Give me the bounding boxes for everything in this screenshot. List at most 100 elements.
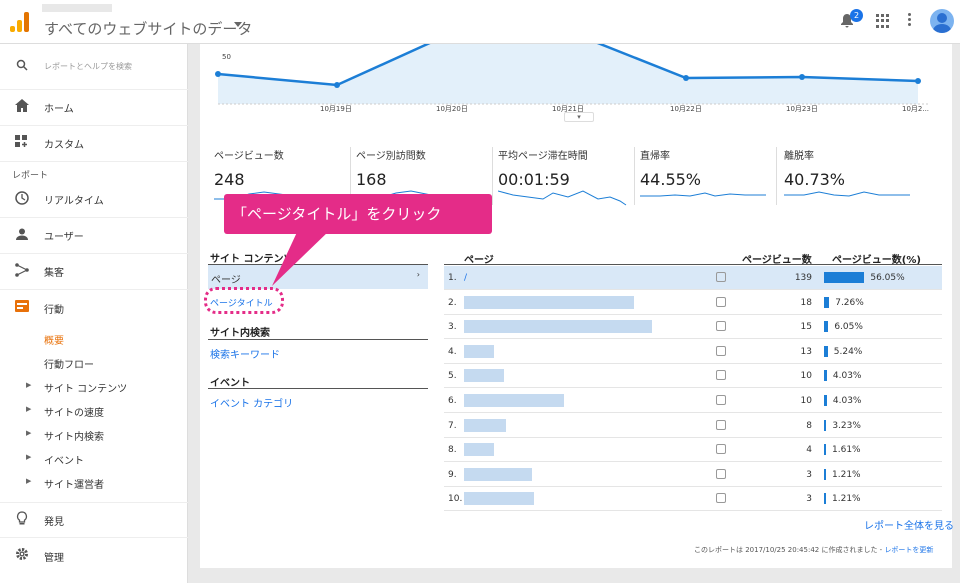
metric-bounce-rate[interactable]: 直帰率 44.55% [640, 147, 780, 209]
metric-avg-time[interactable]: 平均ページ滞在時間 00:01:59 [498, 147, 638, 209]
sidebar-item-events[interactable]: イベント [44, 452, 84, 467]
page-link-blurred[interactable] [464, 418, 506, 432]
open-in-new-icon[interactable] [716, 272, 726, 282]
account-breadcrumb-blurred [42, 4, 112, 12]
sidebar-item-label: 管理 [44, 552, 64, 564]
callout-pointer [272, 230, 330, 286]
x-tick-label: 10月22日 [670, 105, 702, 113]
table-row[interactable]: 1. / 139 56.05% [444, 266, 942, 290]
page-link-blurred[interactable] [464, 492, 534, 506]
more-vert-icon[interactable] [908, 13, 912, 27]
chart-point [915, 78, 921, 84]
table-row[interactable]: 4. 13 5.24% [444, 340, 942, 364]
report-footnote: このレポートは 2017/10/25 20:45:42 に作成されました - レ… [694, 545, 933, 555]
sidebar-item-discover[interactable]: 発見 [0, 502, 188, 538]
open-in-new-icon[interactable] [716, 444, 726, 455]
row-pct: 5.24% [833, 346, 863, 357]
pct-bar [824, 272, 865, 283]
chart-collapse-toggle[interactable]: ▾ [564, 112, 594, 122]
apps-grid-icon[interactable] [876, 14, 890, 28]
table-row[interactable]: 2. 18 7.26% [444, 291, 942, 315]
table-row[interactable]: 3. 15 6.05% [444, 315, 942, 340]
event-category-link[interactable]: イベント カテゴリ [210, 395, 293, 410]
open-in-new-icon[interactable] [716, 370, 726, 381]
sidebar-item-custom[interactable]: カスタム [0, 126, 188, 162]
page-link-blurred[interactable] [464, 295, 634, 309]
page-link-blurred[interactable] [464, 369, 504, 383]
sidebar-item-behavior-flow[interactable]: 行動フロー [44, 356, 94, 371]
open-in-new-icon[interactable] [716, 468, 726, 479]
row-pageviews: 15 [800, 322, 812, 333]
table-row[interactable]: 7. 8 3.23% [444, 414, 942, 438]
row-pct: 4.03% [832, 371, 862, 382]
sidebar-search[interactable]: レポートとヘルプを検索 [0, 44, 188, 90]
view-selector-title[interactable]: すべてのウェブサイトのデータ [44, 18, 252, 39]
events-heading: イベント [210, 378, 250, 389]
sidebar-item-label: 行動 [44, 304, 64, 316]
table-row[interactable]: 8. 4 1.61% [444, 438, 942, 463]
row-number: 7. [448, 420, 457, 431]
sidebar-item-site-content[interactable]: サイト コンテンツ [44, 380, 127, 395]
sidebar-item-realtime[interactable]: リアルタイム [0, 182, 188, 218]
x-tick-label: 10月19日 [320, 105, 352, 113]
pct-bar [824, 468, 826, 480]
chart-point [799, 74, 805, 80]
row-pct: 7.26% [835, 297, 864, 308]
table-row[interactable]: 9. 3 1.21% [444, 463, 942, 487]
table-header-divider [444, 264, 942, 265]
pct-bar [824, 345, 828, 357]
sidebar-item-behavior[interactable]: 行動 [0, 290, 188, 326]
table-row[interactable]: 5. 10 4.03% [444, 364, 942, 389]
sidebar-item-overview[interactable]: 概要 [44, 332, 64, 347]
row-pageviews: 13 [800, 346, 812, 357]
open-in-new-icon[interactable] [716, 395, 726, 405]
row-pageviews: 10 [800, 396, 812, 406]
view-full-report-link[interactable]: レポート全体を見る [864, 517, 954, 532]
row-pageviews: 4 [806, 445, 812, 456]
metric-divider [634, 147, 635, 205]
avatar[interactable] [930, 9, 954, 33]
page-link[interactable]: / [464, 273, 467, 283]
search-keyword-link[interactable]: 検索キーワード [210, 346, 280, 361]
row-pageviews: 3 [806, 494, 812, 505]
pct-bar [824, 395, 827, 406]
expand-arrow-icon: ▶ [26, 477, 32, 485]
dashboard-add-icon [14, 134, 30, 153]
sidebar-item-admin[interactable]: 管理 [0, 538, 188, 574]
search-icon [14, 59, 30, 75]
sidebar-item-home[interactable]: ホーム [0, 90, 188, 126]
sidebar-item-site-search[interactable]: サイト内検索 [44, 428, 104, 443]
row-number: 5. [448, 371, 457, 382]
open-in-new-icon[interactable] [716, 493, 726, 504]
page-link-blurred[interactable] [464, 320, 652, 334]
search-placeholder: レポートとヘルプを検索 [44, 62, 132, 71]
sidebar-item-acquisition[interactable]: 集客 [0, 254, 188, 290]
table-row[interactable]: 10. 3 1.21% [444, 487, 942, 512]
expand-arrow-icon: ▶ [26, 429, 32, 437]
table-row[interactable]: 6. 10 4.03% [444, 389, 942, 413]
open-in-new-icon[interactable] [716, 345, 726, 356]
pct-bar [824, 493, 826, 505]
page-link-blurred[interactable] [464, 443, 494, 457]
sidebar-item-users[interactable]: ユーザー [0, 218, 188, 254]
sidebar-item-site-speed[interactable]: サイトの速度 [44, 404, 104, 419]
x-tick-label: 10月2... [902, 105, 929, 113]
section-divider [208, 388, 428, 389]
open-in-new-icon[interactable] [716, 296, 726, 307]
metric-exit-rate[interactable]: 離脱率 40.73% [784, 147, 924, 209]
expand-arrow-icon: ▶ [26, 381, 32, 389]
person-icon [14, 228, 30, 244]
chevron-down-icon[interactable] [234, 22, 242, 27]
page-link-blurred[interactable] [464, 467, 532, 481]
sidebar-item-publisher[interactable]: サイト運営者 [44, 476, 104, 491]
chart-point [334, 82, 340, 88]
page-link-blurred[interactable] [464, 344, 494, 358]
refresh-report-link[interactable]: レポートを更新 [884, 546, 933, 554]
row-pct: 1.21% [832, 494, 861, 505]
home-icon [14, 99, 30, 116]
open-in-new-icon[interactable] [716, 419, 726, 430]
row-number: 4. [448, 346, 457, 357]
open-in-new-icon[interactable] [716, 321, 726, 332]
highlight-circle [204, 287, 284, 314]
page-link-blurred[interactable] [464, 394, 564, 407]
